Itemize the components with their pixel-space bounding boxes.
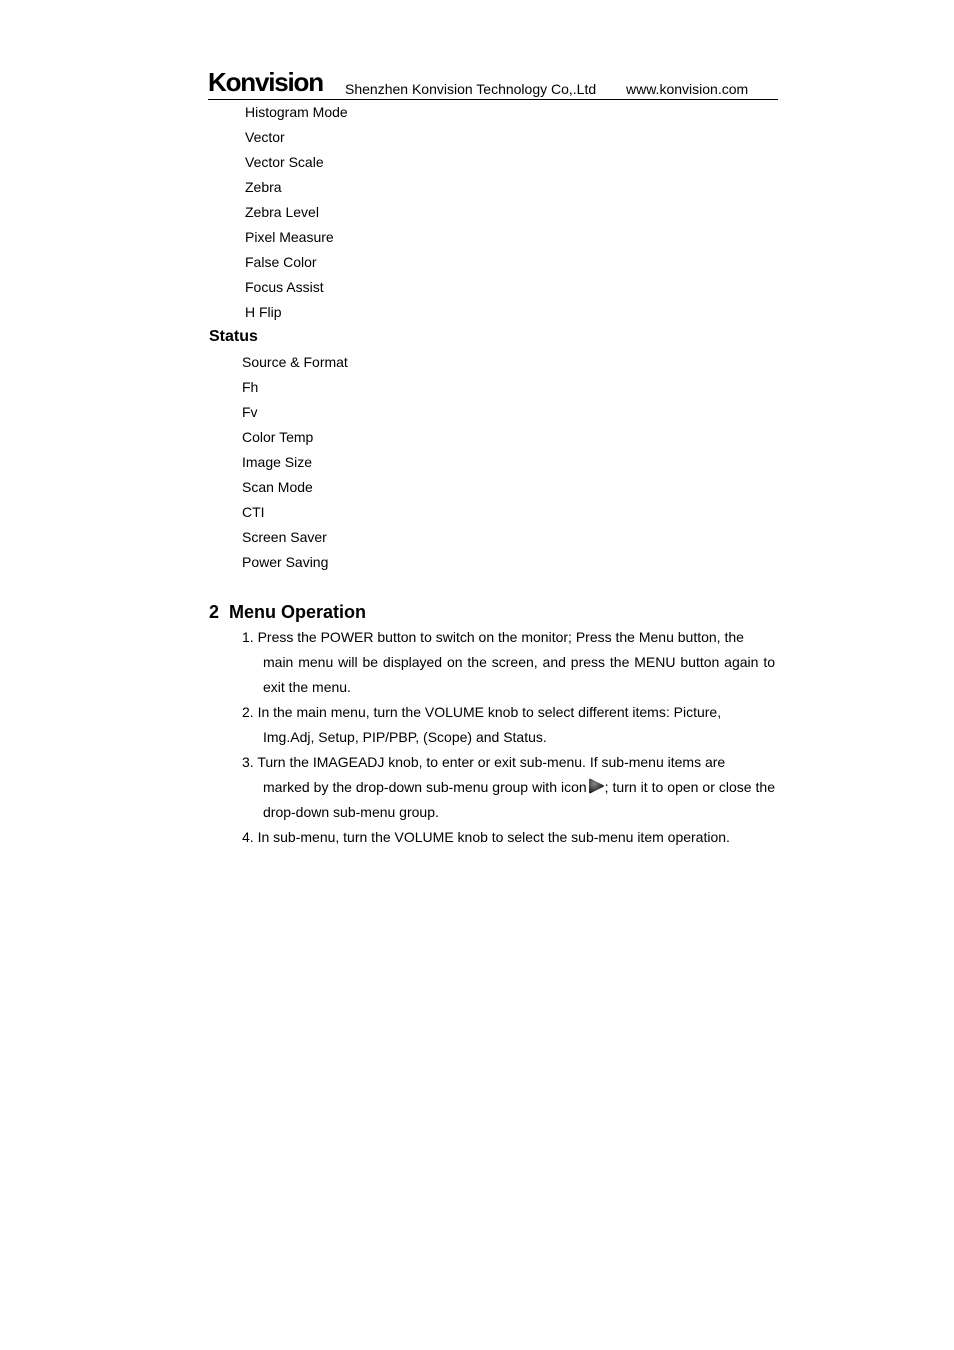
list-item: Source & Format bbox=[242, 354, 348, 370]
list-item: Vector bbox=[245, 129, 285, 145]
section-title: Menu Operation bbox=[229, 602, 367, 622]
step-text: marked by the drop-down sub-menu group w… bbox=[242, 775, 775, 825]
status-heading: Status bbox=[209, 328, 258, 345]
list-item: Color Temp bbox=[242, 429, 314, 445]
page-header: Konvision Shenzhen Konvision Technology … bbox=[208, 68, 778, 100]
list-item: False Color bbox=[245, 254, 317, 270]
list-item: H Flip bbox=[245, 304, 282, 320]
konvision-logo: Konvision bbox=[208, 67, 324, 97]
menu-operation-heading: 2 Menu Operation bbox=[209, 602, 366, 623]
list-item: Fv bbox=[242, 404, 258, 420]
step-text: 2. In the main menu, turn the VOLUME kno… bbox=[242, 704, 722, 720]
website-link[interactable]: www.konvision.com bbox=[626, 81, 748, 97]
step-text: main menu will be displayed on the scree… bbox=[263, 654, 775, 695]
list-item: Focus Assist bbox=[245, 279, 324, 295]
step-text: 3. Turn the IMAGEADJ knob, to enter or e… bbox=[242, 754, 726, 770]
play-triangle-icon bbox=[588, 778, 604, 794]
list-item: Vector Scale bbox=[245, 154, 324, 170]
step-2: 2. In the main menu, turn the VOLUME kno… bbox=[242, 700, 775, 750]
list-item: Image Size bbox=[242, 454, 313, 470]
company-name: Shenzhen Konvision Technology Co,.Ltd bbox=[345, 81, 597, 97]
list-item: CTI bbox=[242, 504, 265, 520]
step-text: 1. Press the POWER button to switch on t… bbox=[242, 629, 744, 645]
step-4: 4. In sub-menu, turn the VOLUME knob to … bbox=[242, 825, 775, 850]
list-item: Pixel Measure bbox=[245, 229, 334, 245]
list-item: Fh bbox=[242, 379, 259, 395]
list-item: Zebra bbox=[245, 179, 282, 195]
step-text-part: marked by the drop-down sub-menu group w… bbox=[263, 779, 587, 795]
section-number: 2 bbox=[209, 602, 220, 622]
list-item: Scan Mode bbox=[242, 479, 313, 495]
list-item: Zebra Level bbox=[245, 204, 319, 220]
step-3: 3. Turn the IMAGEADJ knob, to enter or e… bbox=[242, 750, 775, 825]
step-text: Img.Adj, Setup, PIP/PBP, (Scope) and Sta… bbox=[263, 729, 547, 745]
list-item: Histogram Mode bbox=[245, 104, 348, 120]
list-item: Power Saving bbox=[242, 554, 329, 570]
step-text: 4. In sub-menu, turn the VOLUME knob to … bbox=[242, 829, 730, 845]
list-item: Screen Saver bbox=[242, 529, 327, 545]
step-1: 1. Press the POWER button to switch on t… bbox=[242, 625, 775, 700]
